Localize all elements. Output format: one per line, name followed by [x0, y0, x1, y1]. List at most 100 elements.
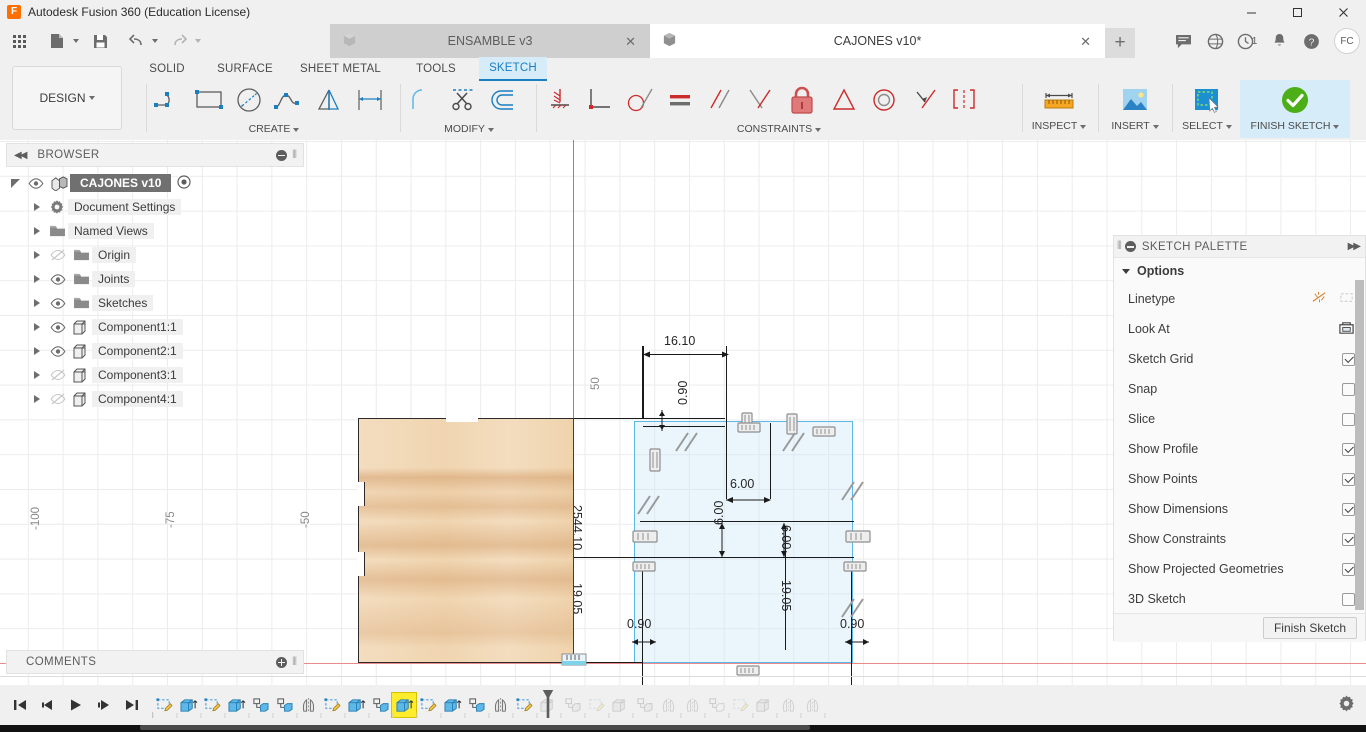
redo-caret-icon[interactable]: [195, 39, 201, 43]
undo-icon[interactable]: [123, 28, 149, 54]
visibility-eye-icon[interactable]: [46, 346, 70, 357]
expand-triangle-icon[interactable]: [28, 275, 46, 283]
constraint-glyph-vertical-2[interactable]: [632, 530, 658, 547]
expand-triangle-icon[interactable]: [28, 299, 46, 307]
step-forward-icon[interactable]: [92, 693, 116, 717]
redo-icon[interactable]: [166, 28, 192, 54]
sketch-grid-checkbox[interactable]: [1342, 353, 1355, 366]
fix-lock-icon[interactable]: [780, 80, 824, 120]
visibility-eye-hidden-icon[interactable]: [46, 369, 70, 381]
expand-right-icon[interactable]: ▶▶: [1348, 241, 1359, 252]
centerline-linetype-icon[interactable]: [1338, 290, 1355, 308]
browser-item-component4[interactable]: Component4:1: [6, 387, 304, 411]
dimension-16-10[interactable]: 16.10: [664, 334, 695, 348]
symmetry-icon[interactable]: [824, 80, 864, 120]
minimize-icon[interactable]: [276, 150, 287, 161]
wood-panel-body[interactable]: [358, 418, 574, 663]
browser-item-component1[interactable]: Component1:1: [6, 315, 304, 339]
ribbon-tab-surface[interactable]: SURFACE: [202, 58, 288, 80]
comment-icon[interactable]: [1168, 26, 1198, 56]
maximize-window-button[interactable]: [1274, 0, 1320, 24]
avatar[interactable]: FC: [1334, 28, 1360, 54]
parallel-icon[interactable]: [700, 80, 740, 120]
expand-triangle-icon[interactable]: [28, 227, 46, 235]
browser-item-joints[interactable]: Joints: [6, 267, 304, 291]
show-constraints-checkbox[interactable]: [1342, 533, 1355, 546]
visibility-eye-hidden-icon[interactable]: [46, 393, 70, 405]
midpoint-icon[interactable]: [904, 80, 944, 120]
play-icon[interactable]: [64, 693, 88, 717]
palette-row-sketch-grid[interactable]: Sketch Grid: [1114, 344, 1365, 374]
new-tab-button[interactable]: +: [1105, 28, 1135, 58]
ribbon-tab-sheet-metal[interactable]: SHEET METAL: [288, 58, 393, 80]
minimize-icon[interactable]: [1125, 241, 1136, 252]
dimension-icon[interactable]: [350, 80, 390, 120]
ribbon-button-inspect[interactable]: INSPECT: [1028, 80, 1090, 138]
comments-header[interactable]: COMMENTS ⦀: [6, 650, 304, 674]
mirror-icon[interactable]: [310, 80, 350, 120]
equal-icon[interactable]: [660, 80, 700, 120]
timeline-playhead-marker[interactable]: [541, 688, 555, 720]
snap-checkbox[interactable]: [1342, 383, 1355, 396]
browser-item-component2[interactable]: Component2:1: [6, 339, 304, 363]
palette-row-look-at[interactable]: Look At: [1114, 314, 1365, 344]
dimension-6-00-top[interactable]: 6.00: [730, 477, 754, 491]
constraint-glyph-horizontal-4[interactable]: [843, 561, 867, 576]
new-file-icon[interactable]: [44, 28, 70, 54]
new-file-caret-icon[interactable]: [73, 39, 79, 43]
expand-triangle-icon[interactable]: [28, 347, 46, 355]
options-section-header[interactable]: Options: [1114, 258, 1365, 284]
palette-row-show-profile[interactable]: Show Profile: [1114, 434, 1365, 464]
panel-label-create[interactable]: CREATE: [150, 122, 398, 136]
constraint-glyph-vertical-1[interactable]: [648, 447, 662, 476]
palette-row-show-dimensions[interactable]: Show Dimensions: [1114, 494, 1365, 524]
circle-icon[interactable]: [230, 80, 270, 120]
finish-sketch-button[interactable]: Finish Sketch: [1263, 617, 1357, 639]
expand-triangle-icon[interactable]: [28, 371, 46, 379]
browser-item-component3[interactable]: Component3:1: [6, 363, 304, 387]
skip-end-icon[interactable]: [120, 693, 144, 717]
fillet-icon[interactable]: [404, 80, 444, 120]
ribbon-tab-tools[interactable]: TOOLS: [393, 58, 479, 80]
constraint-glyph-vertical-3[interactable]: [845, 530, 871, 547]
dimension-0-90-left[interactable]: 0.90: [627, 617, 651, 631]
palette-row-show-projected-geometries[interactable]: Show Projected Geometries: [1114, 554, 1365, 584]
step-back-icon[interactable]: [36, 693, 60, 717]
palette-row-3d-sketch[interactable]: 3D Sketch: [1114, 584, 1365, 614]
bell-icon[interactable]: [1264, 26, 1294, 56]
ribbon-tab-sketch[interactable]: SKETCH: [479, 57, 547, 81]
close-icon[interactable]: ✕: [625, 35, 636, 48]
constraint-glyph-horizontal-1[interactable]: [737, 422, 761, 437]
visibility-eye-icon[interactable]: [46, 322, 70, 333]
perpendicular-icon[interactable]: [580, 80, 620, 120]
constraint-glyph-horizontal-3[interactable]: [632, 561, 656, 576]
constraint-glyph-horizontal-5[interactable]: [736, 665, 760, 680]
constraint-glyph-horizontal-2[interactable]: [812, 426, 836, 441]
constraint-glyph-parallel-1[interactable]: [672, 429, 702, 458]
ribbon-button-finish-sketch[interactable]: FINISH SKETCH: [1240, 80, 1350, 138]
browser-root-row[interactable]: CAJONES v10: [6, 171, 304, 195]
visibility-eye-icon[interactable]: [46, 298, 70, 309]
grip-icon[interactable]: ⦀: [292, 656, 297, 669]
ribbon-tab-solid[interactable]: SOLID: [132, 58, 202, 80]
ribbon-button-select[interactable]: SELECT: [1176, 80, 1238, 138]
skip-start-icon[interactable]: [8, 693, 32, 717]
expand-triangle-icon[interactable]: [28, 395, 46, 403]
visibility-eye-hidden-icon[interactable]: [46, 249, 70, 261]
show-dimensions-checkbox[interactable]: [1342, 503, 1355, 516]
minimize-window-button[interactable]: [1228, 0, 1274, 24]
concentric-icon[interactable]: [864, 80, 904, 120]
close-window-button[interactable]: [1320, 0, 1366, 24]
line-icon[interactable]: [150, 80, 190, 120]
save-icon[interactable]: [87, 28, 113, 54]
activate-component-icon[interactable]: [177, 175, 191, 192]
palette-row-show-constraints[interactable]: Show Constraints: [1114, 524, 1365, 554]
tangent-icon[interactable]: [620, 80, 660, 120]
browser-item-origin[interactable]: Origin: [6, 243, 304, 267]
document-tab-cajones[interactable]: CAJONES v10* ✕: [650, 24, 1105, 58]
add-comment-icon[interactable]: [276, 657, 287, 668]
constraint-glyph-parallel-3[interactable]: [634, 492, 664, 521]
document-tab-ensamble[interactable]: ENSAMBLE v3 ✕: [330, 24, 650, 58]
panel-label-constraints[interactable]: CONSTRAINTS: [540, 122, 1018, 136]
dimension-19-05-inner[interactable]: 19.05: [779, 580, 793, 611]
